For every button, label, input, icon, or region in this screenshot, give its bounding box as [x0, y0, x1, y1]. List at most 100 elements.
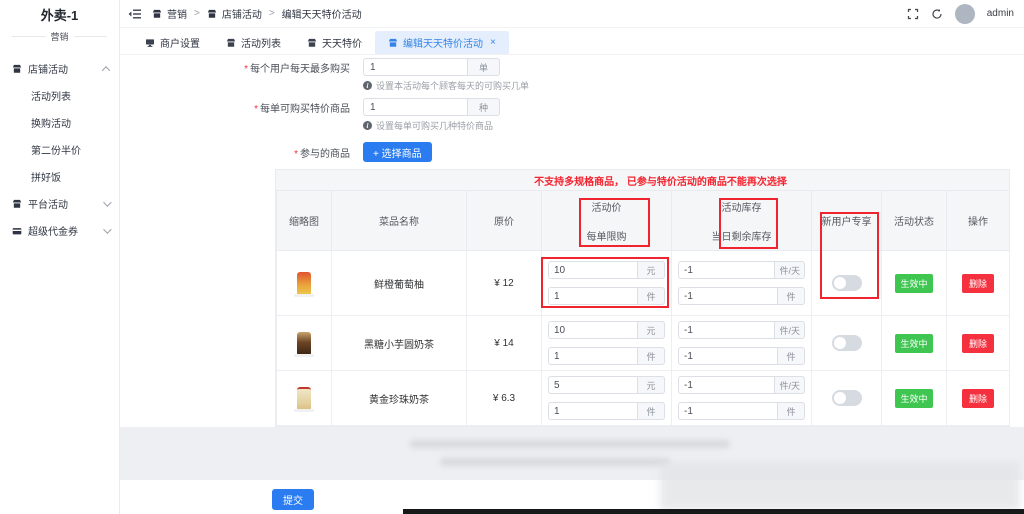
sidebar-item-label: 拼好饭 — [31, 169, 109, 184]
blurred-watermark — [660, 462, 1020, 510]
unit-suffix: 种 — [467, 98, 500, 116]
tab-merchant-settings[interactable]: 商户设置 — [132, 31, 213, 54]
col-activity-stock: 活动库存当日剩余库存 — [672, 191, 812, 251]
unit-suffix: 件 — [637, 287, 665, 305]
new-user-toggle[interactable] — [832, 390, 862, 406]
original-price: ¥ 12 — [467, 251, 542, 316]
breadcrumb-item[interactable]: 店铺活动 — [222, 6, 262, 21]
sidebar-item-label: 换购活动 — [31, 115, 109, 130]
sidebar-item-label: 超级代金券 — [28, 223, 103, 238]
delete-button[interactable]: 删除 — [962, 334, 994, 353]
col-dish-name: 菜品名称 — [332, 191, 467, 251]
dish-name: 鲜橙葡萄柚 — [332, 251, 467, 316]
status-badge: 生效中 — [895, 389, 932, 408]
new-user-toggle[interactable] — [832, 275, 862, 291]
unit-suffix: 件 — [777, 347, 805, 365]
blurred-watermark — [440, 458, 670, 466]
remaining-stock-input[interactable] — [678, 287, 777, 305]
collapse-sidebar-icon[interactable] — [128, 8, 142, 20]
breadcrumb: 营销 > 店铺活动 > 编辑天天特价活动 — [152, 6, 362, 21]
app-window: 外卖-1 营销 店铺活动 活动列表 换购活动 第二份半价 拼好饭 平台活动 — [0, 0, 1024, 514]
sidebar-item-exchange-activity[interactable]: 换购活动 — [0, 109, 119, 136]
col-thumbnail: 缩略图 — [277, 191, 332, 251]
info-icon: i — [363, 121, 372, 130]
activity-stock-input[interactable] — [678, 321, 774, 339]
merchant-settings-icon — [145, 38, 155, 48]
unit-suffix: 件 — [637, 402, 665, 420]
sidebar-item-platform-activity[interactable]: 平台活动 — [0, 190, 119, 217]
sidebar-item-pinhaofan[interactable]: 拼好饭 — [0, 163, 119, 190]
remaining-stock-input[interactable] — [678, 402, 777, 420]
tab-label: 商户设置 — [160, 35, 200, 50]
status-badge: 生效中 — [895, 334, 932, 353]
chevron-up-icon — [102, 66, 110, 74]
delete-button[interactable]: 删除 — [962, 274, 994, 293]
order-limit-input[interactable] — [548, 347, 637, 365]
sidebar-item-label: 店铺活动 — [28, 61, 103, 76]
shop-icon — [226, 38, 236, 48]
breadcrumb-item[interactable]: 营销 — [167, 6, 187, 21]
unit-suffix: 件/天 — [774, 261, 805, 279]
activity-stock-input[interactable] — [678, 261, 774, 279]
remaining-stock-input[interactable] — [678, 347, 777, 365]
unit-suffix: 元 — [637, 321, 665, 339]
tab-daily-special[interactable]: 天天特价 — [294, 31, 375, 54]
sidebar-item-label: 活动列表 — [31, 88, 109, 103]
activity-price-input[interactable] — [548, 321, 637, 339]
form-row-items-per-order: *每单可购买特价商品 种 — [120, 98, 1024, 116]
sidebar-item-super-voucher[interactable]: 超级代金券 — [0, 217, 119, 244]
avatar[interactable] — [955, 4, 975, 24]
shop-icon — [388, 38, 398, 48]
items-per-order-input[interactable] — [363, 98, 467, 116]
shop-icon — [152, 9, 162, 19]
unit-suffix: 件/天 — [774, 376, 805, 394]
sidebar-item-label: 平台活动 — [28, 196, 103, 211]
sidebar-item-second-half-price[interactable]: 第二份半价 — [0, 136, 119, 163]
bottom-dark-strip — [403, 509, 1024, 514]
select-products-button[interactable]: + 选择商品 — [363, 142, 432, 162]
col-activity-price: 活动价每单限购 — [542, 191, 672, 251]
field-hint: i 设置每单可购买几种特价商品 — [363, 119, 1024, 132]
tab-label: 活动列表 — [241, 35, 281, 50]
dish-name: 黑糖小芋圆奶茶 — [332, 316, 467, 371]
activity-price-input[interactable] — [548, 261, 637, 279]
order-limit-input[interactable] — [548, 402, 637, 420]
delete-button[interactable]: 删除 — [962, 389, 994, 408]
form-row-products: *参与的商品 + 选择商品 — [120, 142, 1024, 162]
required-mark: * — [244, 64, 248, 75]
app-title: 外卖-1 — [0, 0, 119, 24]
col-original-price: 原价 — [467, 191, 542, 251]
breadcrumb-item: 编辑天天特价活动 — [282, 6, 362, 21]
field-label: *每单可购买特价商品 — [120, 100, 350, 115]
chevron-down-icon — [103, 198, 111, 206]
tab-activity-list[interactable]: 活动列表 — [213, 31, 294, 54]
chevron-down-icon — [103, 225, 111, 233]
activity-price-input[interactable] — [548, 376, 637, 394]
product-table: 不支持多规格商品， 已参与特价活动的商品不能再次选择 缩略图 菜品名称 原价 活… — [275, 169, 1010, 427]
shop-icon — [307, 38, 317, 48]
activity-stock-input[interactable] — [678, 376, 774, 394]
unit-suffix: 件 — [637, 347, 665, 365]
refresh-icon[interactable] — [931, 8, 943, 20]
product-thumbnail — [297, 272, 311, 295]
new-user-toggle[interactable] — [832, 335, 862, 351]
username[interactable]: admin — [987, 8, 1014, 19]
max-orders-input[interactable] — [363, 58, 467, 76]
table-row: 鲜橙葡萄柚 ¥ 12 元 件 件/天 件 生效中 删除 — [277, 251, 1010, 316]
sidebar-item-shop-activity[interactable]: 店铺活动 — [0, 55, 119, 82]
unit-suffix: 元 — [637, 261, 665, 279]
close-tab-icon[interactable]: × — [490, 37, 496, 48]
unit-suffix: 件 — [777, 402, 805, 420]
table-header-row: 缩略图 菜品名称 原价 活动价每单限购 活动库存当日剩余库存 新用户专享 活动状… — [277, 191, 1010, 251]
tab-edit-daily-special[interactable]: 编辑天天特价活动 × — [375, 31, 509, 54]
field-label: *参与的商品 — [120, 145, 350, 160]
order-limit-input[interactable] — [548, 287, 637, 305]
product-thumbnail — [297, 387, 311, 410]
blurred-watermark — [410, 440, 730, 448]
field-hint: i 设置本活动每个顾客每天的可购买几单 — [363, 79, 1024, 92]
sidebar-item-activity-list[interactable]: 活动列表 — [0, 82, 119, 109]
submit-button[interactable]: 提交 — [272, 489, 314, 510]
fullscreen-icon[interactable] — [907, 8, 919, 20]
unit-suffix: 件/天 — [774, 321, 805, 339]
breadcrumb-separator: > — [269, 8, 275, 19]
